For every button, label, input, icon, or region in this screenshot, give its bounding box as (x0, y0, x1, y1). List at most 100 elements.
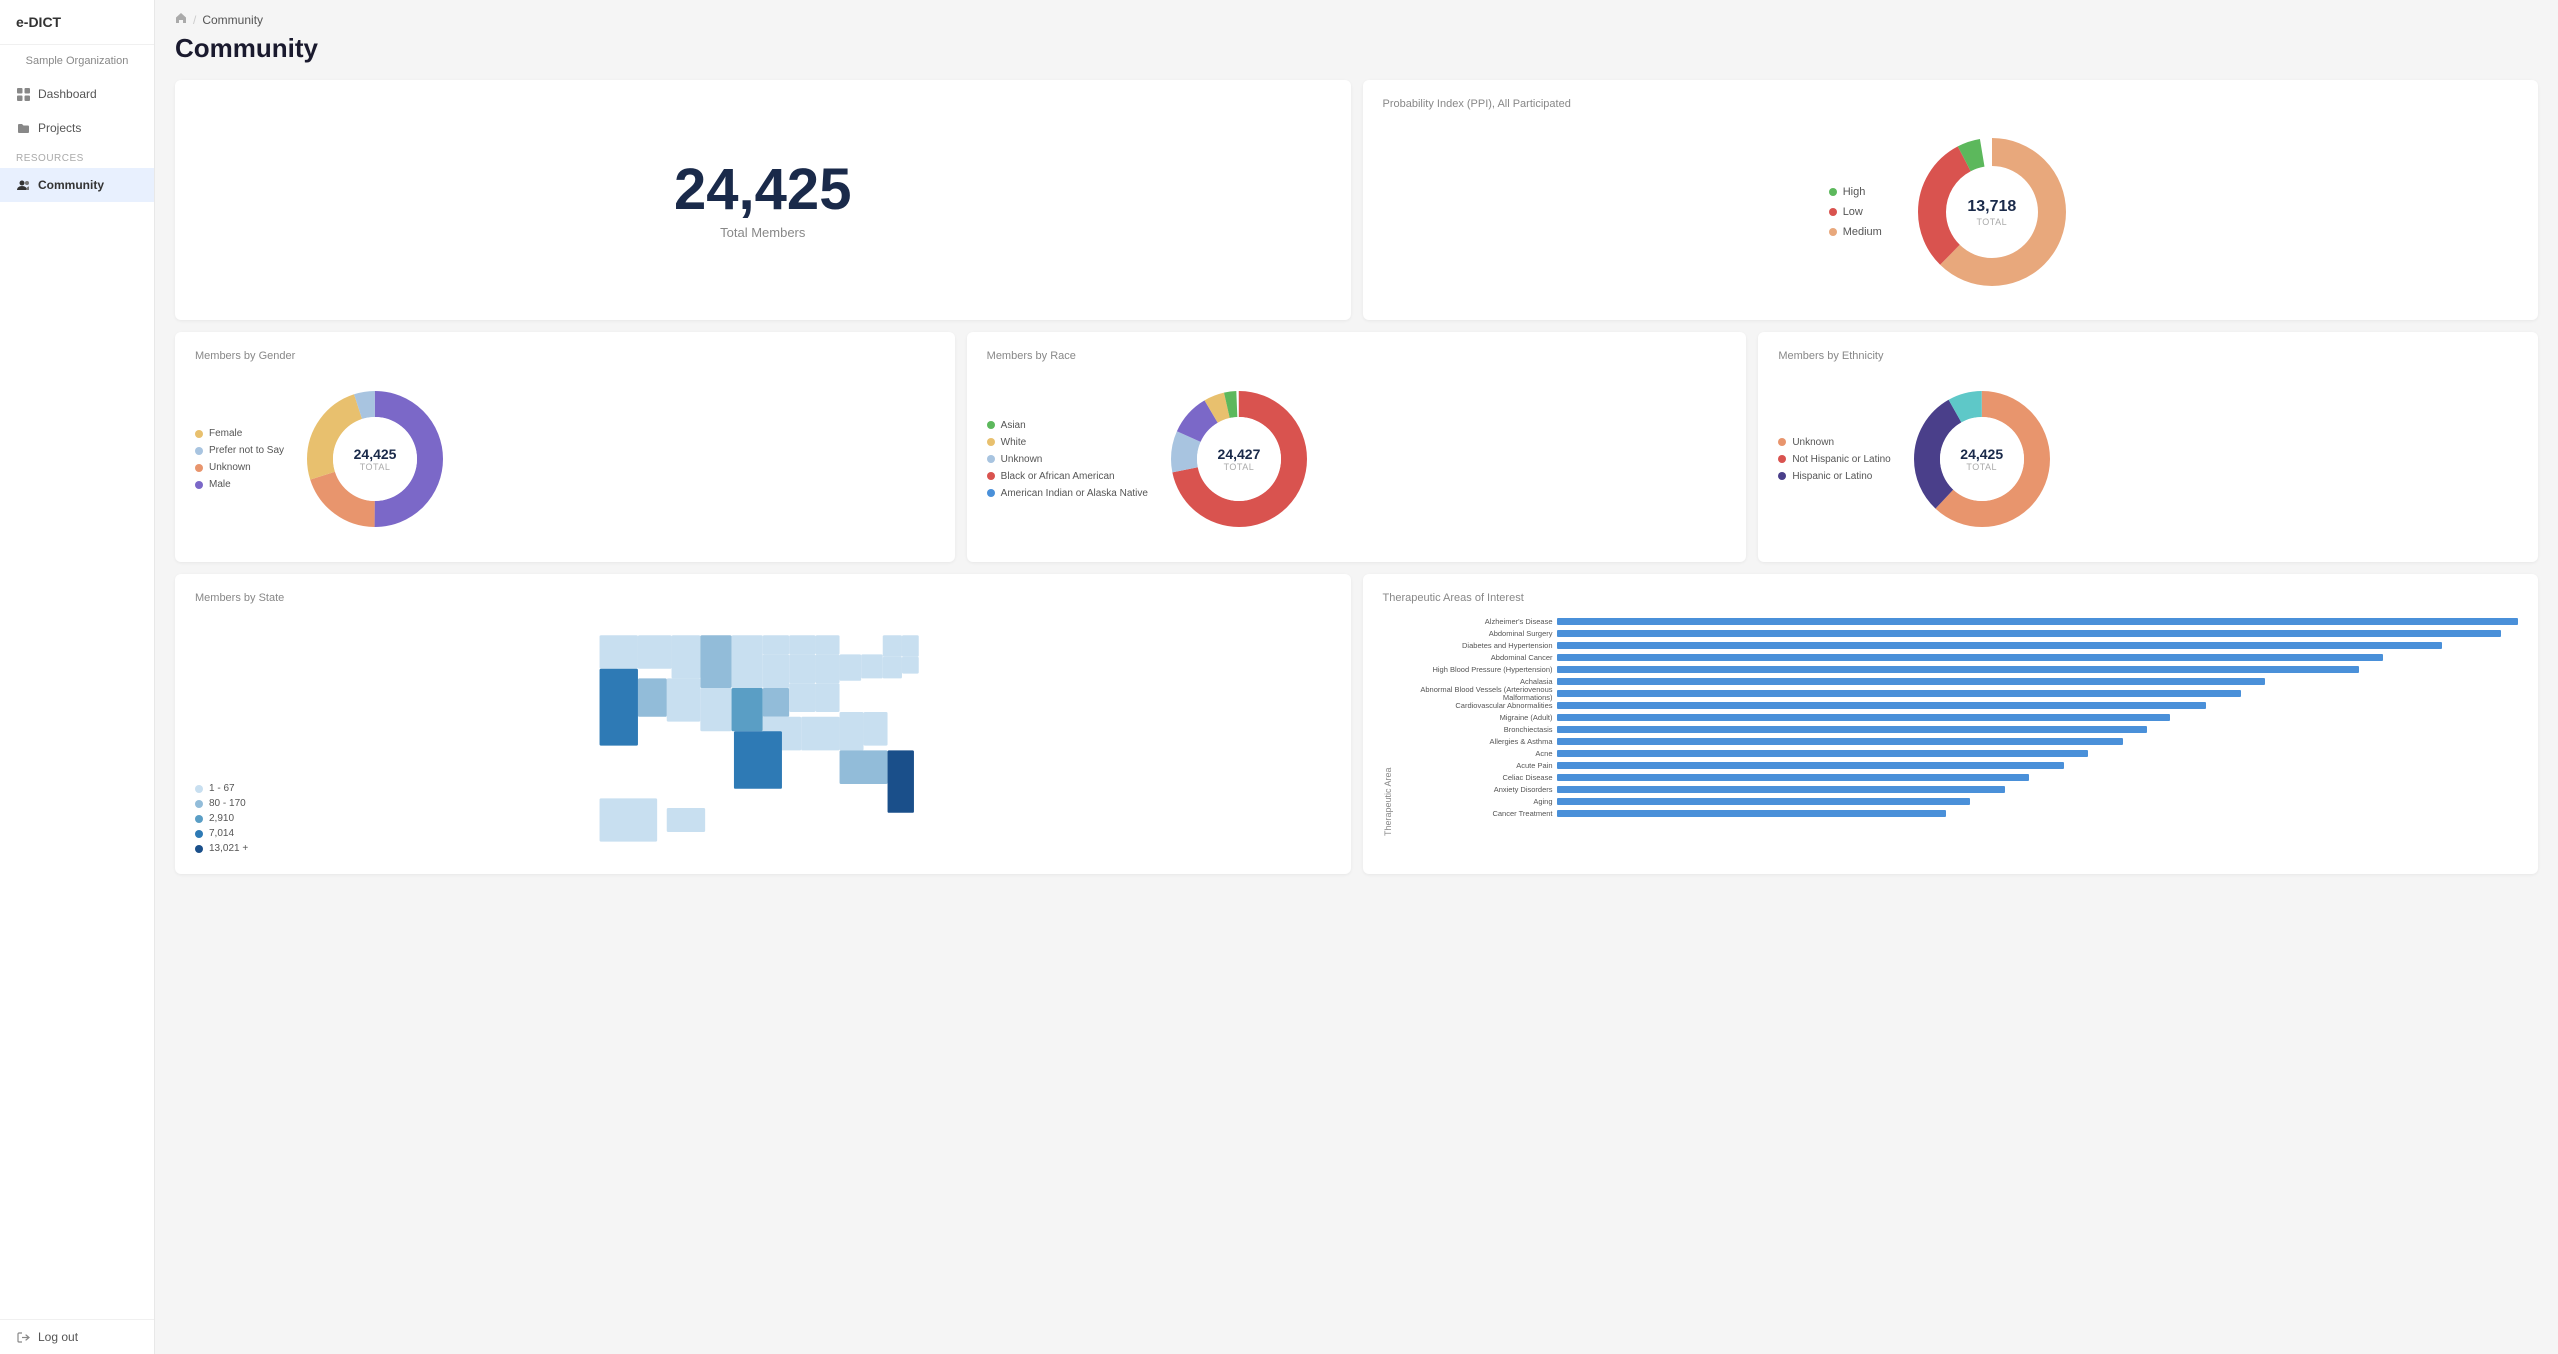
ethnicity-not-hispanic: Not Hispanic or Latino (1778, 454, 1890, 465)
map-legend-5: 13,021 + (195, 843, 248, 854)
prefer-label: Prefer not to Say (209, 445, 284, 456)
therapeutic-bar-row: Abdominal Cancer (1397, 652, 2519, 663)
main-content: / Community Community 24,425 Total Membe… (155, 0, 2558, 1354)
therapeutic-bar-row: Cardiovascular Abnormalities (1397, 700, 2519, 711)
gender-female: Female (195, 428, 284, 439)
race-white: White (987, 437, 1148, 448)
therapeutic-bar-label: Migraine (Adult) (1397, 714, 1557, 722)
therapeutic-bar-label: Acne (1397, 750, 1557, 758)
gender-prefer: Prefer not to Say (195, 445, 284, 456)
middle-cards-row: Members by Gender Female Prefer not to S… (175, 332, 2538, 562)
low-dot (1829, 208, 1837, 216)
projects-label: Projects (38, 121, 81, 135)
race-black: Black or African American (987, 471, 1148, 482)
ppi-legend-medium: Medium (1829, 226, 1882, 238)
therapeutic-bar-row: Alzheimer's Disease (1397, 616, 2519, 627)
ppi-legend-high: High (1829, 186, 1882, 198)
bottom-cards-row: Members by State (175, 574, 2538, 874)
ppi-legend: High Low Medium (1829, 186, 1882, 238)
total-members-label: Total Members (720, 225, 805, 240)
map-svg-container (195, 616, 1331, 856)
breadcrumb-separator: / (193, 13, 196, 27)
therapeutic-bar-fill (1557, 654, 2383, 661)
therapeutic-bar-row: Abdominal Surgery (1397, 628, 2519, 639)
therapeutic-bar-label: Acute Pain (1397, 762, 1557, 770)
therapeutic-bar-row: Achalasia (1397, 676, 2519, 687)
race-asian: Asian (987, 420, 1148, 431)
breadcrumb-home[interactable] (175, 12, 187, 27)
therapeutic-bar-row: Celiac Disease (1397, 772, 2519, 783)
medium-label: Medium (1843, 226, 1882, 238)
therapeutic-bar-label: Cardiovascular Abnormalities (1397, 702, 1557, 710)
ppi-chart-area: High Low Medium (1383, 122, 2519, 302)
therapeutic-y-axis: Therapeutic Area (1383, 616, 1393, 836)
race-chart-area: Asian White Unknown Black or African Ame… (987, 374, 1727, 544)
resources-section-label: Resources (0, 145, 154, 168)
therapeutic-bar-fill (1557, 810, 1947, 817)
therapeutic-bar-fill (1557, 618, 2519, 625)
therapeutic-title: Therapeutic Areas of Interest (1383, 592, 2519, 604)
therapeutic-bar-label: Aging (1397, 798, 1557, 806)
state-map-title: Members by State (195, 592, 1331, 604)
ppi-card: Probability Index (PPI), All Participate… (1363, 80, 2539, 320)
gender-card: Members by Gender Female Prefer not to S… (175, 332, 955, 562)
ethnicity-legend: Unknown Not Hispanic or Latino Hispanic … (1778, 437, 1890, 482)
folder-icon (16, 121, 30, 135)
therapeutic-bar-fill (1557, 750, 2088, 757)
ethnicity-title: Members by Ethnicity (1778, 350, 2518, 362)
total-members-card: 24,425 Total Members (175, 80, 1351, 320)
total-members-number: 24,425 (674, 161, 851, 219)
sidebar-item-dashboard[interactable]: Dashboard (0, 77, 154, 111)
sidebar-item-community[interactable]: Community (0, 168, 154, 202)
therapeutic-bar-label: Abdominal Surgery (1397, 630, 1557, 638)
breadcrumb-current: Community (202, 13, 263, 27)
therapeutic-bar-row: Anxiety Disorders (1397, 784, 2519, 795)
therapeutic-bar-fill (1557, 702, 2206, 709)
therapeutic-bar-fill (1557, 690, 2242, 697)
therapeutic-bar-row: Acne (1397, 748, 2519, 759)
unknown-dot (195, 464, 203, 472)
grid-icon (16, 87, 30, 101)
therapeutic-bar-row: Cancer Treatment (1397, 808, 2519, 819)
map-legend-3: 2,910 (195, 813, 248, 824)
gender-male: Male (195, 479, 284, 490)
therapeutic-bar-fill (1557, 786, 2006, 793)
race-native: American Indian or Alaska Native (987, 488, 1148, 499)
female-dot (195, 430, 203, 438)
high-dot (1829, 188, 1837, 196)
therapeutic-bar-fill (1557, 738, 2124, 745)
gender-legend: Female Prefer not to Say Unknown Male (195, 428, 284, 490)
sidebar-item-projects[interactable]: Projects (0, 111, 154, 145)
therapeutic-bar-row: Allergies & Asthma (1397, 736, 2519, 747)
map-legend-1: 1 - 67 (195, 783, 248, 794)
race-title: Members by Race (987, 350, 1727, 362)
therapeutic-bar-row: Abnormal Blood Vessels (Arteriovenous Ma… (1397, 688, 2519, 699)
therapeutic-bar-fill (1557, 642, 2442, 649)
breadcrumb: / Community (175, 0, 2538, 33)
therapeutic-bar-fill (1557, 726, 2147, 733)
people-icon (16, 178, 30, 192)
therapeutic-bar-label: Abnormal Blood Vessels (Arteriovenous Ma… (1397, 686, 1557, 701)
ppi-legend-low: Low (1829, 206, 1882, 218)
org-label: Sample Organization (0, 45, 154, 77)
therapeutic-bar-fill (1557, 666, 2360, 673)
logout-button[interactable]: Log out (0, 1320, 154, 1354)
therapeutic-chart-wrapper: Therapeutic Area Alzheimer's Disease Abdo… (1383, 616, 2519, 836)
race-donut: 24,427 TOTAL (1164, 384, 1314, 534)
low-label: Low (1843, 206, 1863, 218)
state-map-card: Members by State (175, 574, 1351, 874)
therapeutic-bar-fill (1557, 774, 2029, 781)
ppi-title: Probability Index (PPI), All Participate… (1383, 98, 2519, 110)
community-label: Community (38, 178, 104, 192)
therapeutic-bar-label: Abdominal Cancer (1397, 654, 1557, 662)
map-legend: 1 - 67 80 - 170 2,910 7,014 13,021 + (195, 783, 248, 854)
map-legend-4: 7,014 (195, 828, 248, 839)
gender-donut: 24,425 TOTAL (300, 384, 450, 534)
therapeutic-bar-fill (1557, 630, 2501, 637)
therapeutic-bar-label: Cancer Treatment (1397, 810, 1557, 818)
male-label: Male (209, 479, 231, 490)
therapeutic-bar-label: Alzheimer's Disease (1397, 618, 1557, 626)
sidebar: e-DICT Sample Organization Dashboard Pro… (0, 0, 155, 1354)
therapeutic-bar-label: Celiac Disease (1397, 774, 1557, 782)
therapeutic-bar-fill (1557, 714, 2171, 721)
